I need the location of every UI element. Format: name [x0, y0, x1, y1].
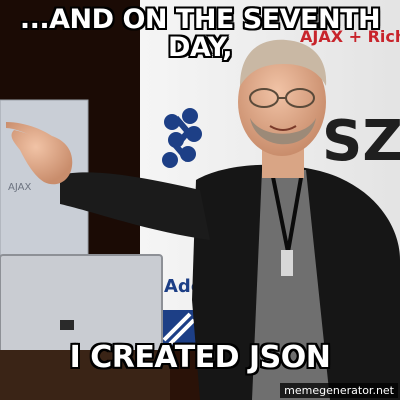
top-caption-line-2: DAY, — [167, 32, 233, 64]
badge-clip — [281, 250, 293, 276]
top-caption-line-1: ...AND ON THE SEVENTH — [19, 4, 381, 35]
left-banner-text: AJAX — [8, 182, 31, 193]
top-caption: ...AND ON THE SEVENTH DAY, — [0, 4, 400, 64]
watermark: memegenerator.net — [280, 383, 398, 398]
bottom-caption: I CREATED JSON — [69, 340, 331, 375]
meme-image: AJAX AJAX + Rich SZ Adc ...AND ON THE SE… — [0, 0, 400, 400]
laptop — [0, 254, 170, 400]
banner-big-text: SZ — [322, 109, 400, 174]
